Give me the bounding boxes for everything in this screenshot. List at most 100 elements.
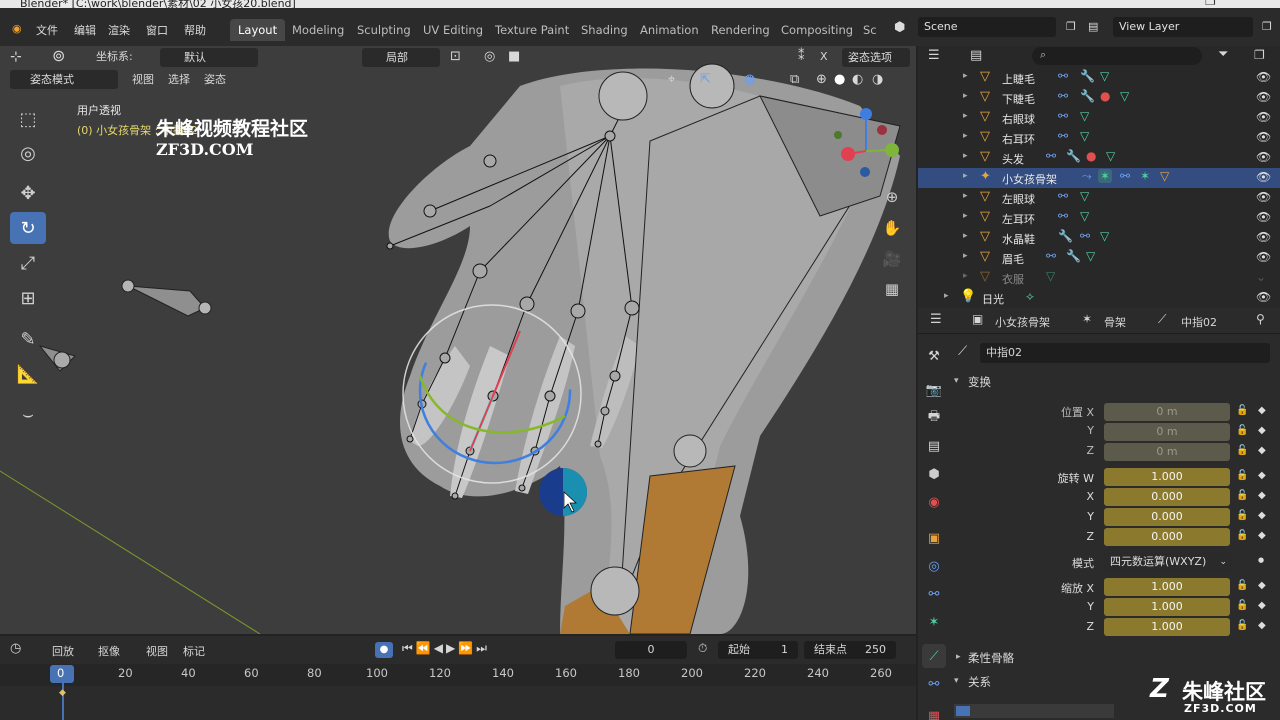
breadcrumb-object[interactable]: 小女孩骨架 [995,314,1050,330]
material-shading-icon[interactable]: ◐ [852,70,863,90]
properties-editor-icon[interactable]: ☰ [930,312,942,327]
world-tab-icon[interactable]: ◉ [922,490,946,514]
menu-help[interactable]: 帮助 [184,22,206,38]
lock-icon[interactable]: 🔓 [1236,600,1248,611]
restore-icon[interactable]: ❐ [1205,0,1216,8]
lock-icon[interactable]: 🔓 [1236,405,1248,416]
expand-icon[interactable]: ▸ [963,151,968,161]
visibility-eye-icon[interactable]: 👁 [1256,70,1271,84]
view-layer-icon[interactable]: ▤ [1088,20,1098,33]
relations-section-header[interactable]: 关系 [968,674,991,690]
tab-texture-paint[interactable]: Texture Paint [487,19,577,41]
keyframe-icon[interactable]: ◆ [1258,580,1266,591]
pose-options-dropdown[interactable]: 姿态选项 [842,48,910,67]
solid-shading-icon[interactable]: ● [834,70,845,90]
lock-icon[interactable]: 🔓 [1236,490,1248,501]
proportional-icon[interactable]: ◎ [484,47,495,67]
lock-icon[interactable]: 🔓 [1236,620,1248,631]
lock-icon[interactable]: 🔓 [1236,530,1248,541]
scale-z-field[interactable]: 1.000 [1104,618,1230,636]
lock-icon[interactable]: 🔓 [1236,425,1248,436]
annotate-icon[interactable]: ✎ [10,323,46,355]
timeline-editor-icon[interactable]: ◷ [10,641,21,656]
outliner-row[interactable]: ▸ ▽ 下睫毛 ⚯ 🔧 ● ▽ 👁 [918,88,1280,108]
xray-toggle-icon[interactable]: ⧉ [790,70,799,90]
browse-scene-icon[interactable]: ❐ [1066,20,1076,33]
expand-icon[interactable]: ▸ [963,71,968,81]
scale-y-field[interactable]: 1.000 [1104,598,1230,616]
color-swatch-icon[interactable]: ■ [508,47,520,67]
breakdowner-icon[interactable]: ⌣ [10,398,46,430]
keyframe-icon[interactable]: ◆ [1258,490,1266,501]
outliner-row[interactable]: ▸ ▽ 水晶鞋 🔧 ⚯ ▽ 👁 [918,228,1280,248]
scene-tab-icon[interactable]: ⬢ [922,462,946,486]
expand-icon[interactable]: ▸ [963,91,968,101]
outliner-row-selected[interactable]: ▸ ✦ 小女孩骨架 ⤳ ✶ ⚯ ✶ ▽ 👁 [918,168,1280,188]
wireframe-shading-icon[interactable]: ⊕ [816,70,827,90]
new-view-layer-icon[interactable]: ❐ [1262,20,1272,33]
scene-selector[interactable]: Scene [918,17,1056,37]
expand-icon[interactable]: ▸ [963,271,968,281]
rotation-y-field[interactable]: 0.000 [1104,508,1230,526]
expand-icon[interactable]: ▸ [963,131,968,141]
breadcrumb-bone[interactable]: 中指02 [1181,314,1217,330]
visibility-eye-icon[interactable]: 👁 [1256,150,1271,164]
expand-icon[interactable]: ▸ [956,652,961,662]
location-z-field[interactable]: 0 m [1104,443,1230,461]
location-y-field[interactable]: 0 m [1104,423,1230,441]
visibility-eye-icon[interactable]: ⌄ [1256,270,1266,284]
menu-window[interactable]: 窗口 [146,22,168,38]
menu-file[interactable]: 文件 [36,22,58,38]
lock-icon[interactable]: 🔓 [1236,580,1248,591]
location-x-field[interactable]: 0 m [1104,403,1230,421]
tab-animation[interactable]: Animation [632,19,707,41]
visibility-eye-icon[interactable]: 👁 [1256,290,1271,304]
expand-icon[interactable]: ▸ [963,171,968,181]
coord-system-dropdown[interactable]: 默认 [160,48,258,67]
filter-icon[interactable]: ⏷ [1218,47,1228,62]
new-collection-icon[interactable]: ❐ [1254,48,1265,62]
select-box-icon[interactable]: ⬚ [10,103,46,135]
bone-tab-icon[interactable]: ⟋ [922,644,946,668]
scale-icon[interactable]: ⤢ [10,247,46,279]
keyframe-icon[interactable]: ◆ [1258,620,1266,631]
outliner-search-input[interactable]: ⌕ [1032,47,1202,65]
keyframe-icon[interactable]: ◆ [1258,470,1266,481]
ortho-grid-icon[interactable]: ▦ [878,275,906,303]
transform-pivot-icon[interactable]: ⊚ [52,46,65,66]
outliner-row[interactable]: ▸ ▽ 头发 ⚯ 🔧 ● ▽ 👁 [918,148,1280,168]
tab-compositing[interactable]: Compositing [773,19,861,41]
visibility-eye-icon[interactable]: 👁 [1256,90,1271,104]
view-menu[interactable]: 视图 [146,643,168,659]
keyframe-icon[interactable]: ◆ [1258,510,1266,521]
expand-icon[interactable]: ▸ [963,251,968,261]
display-mode-icon[interactable]: ▤ [970,48,982,63]
pivot-dropdown[interactable]: 局部 [362,48,440,67]
rotation-x-field[interactable]: 0.000 [1104,488,1230,506]
camera-icon[interactable]: 🎥 [878,245,906,273]
outliner-editor-icon[interactable]: ☰ [928,48,940,63]
expand-icon[interactable]: ▸ [963,111,968,121]
object-data-tab-icon[interactable]: ✶ [922,610,946,634]
rotation-z-field[interactable]: 0.000 [1104,528,1230,546]
start-frame-field[interactable]: 起始 1 [718,641,798,659]
render-tab-icon[interactable]: 📷 [922,378,946,402]
lock-icon[interactable]: 🔓 [1236,470,1248,481]
outliner-row[interactable]: ▸ ▽ 左耳环 ⚯ ▽ 👁 [918,208,1280,228]
visibility-eye-icon[interactable]: 👁 [1256,250,1271,264]
menu-edit[interactable]: 编辑 [74,22,96,38]
tab-layout[interactable]: Layout [230,19,286,41]
tab-shading[interactable]: Shading [573,19,636,41]
stopwatch-icon[interactable]: ⏱ [698,641,707,656]
texture-tab-icon[interactable]: ▦ [922,704,946,720]
keyframe-icon[interactable]: ◆ [1258,530,1266,541]
lock-icon[interactable]: 🔓 [1236,510,1248,521]
outliner-row[interactable]: ▸ ▽ 上睫毛 ⚯ 🔧 ▽ 👁 [918,68,1280,88]
transform-icon[interactable]: ⊞ [10,282,46,314]
menu-render[interactable]: 渲染 [108,22,130,38]
cursor-icon[interactable]: ◎ [10,137,46,169]
pan-hand-icon[interactable]: ✋ [878,214,906,242]
outliner-row[interactable]: ▸ ▽ 眉毛 ⚯ 🔧 ▽ 👁 [918,248,1280,268]
snap-icon[interactable]: ⊡ [450,47,461,67]
menu-select[interactable]: 选择 [168,70,190,90]
